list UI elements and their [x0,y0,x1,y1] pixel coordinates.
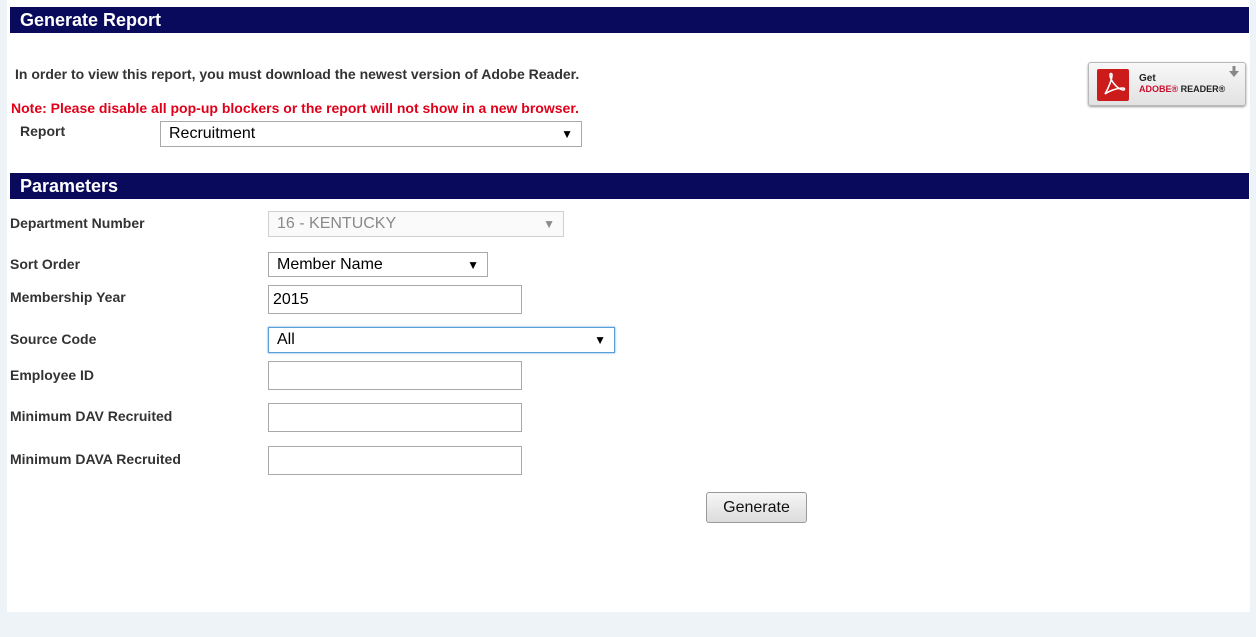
sort-order-select[interactable]: Member Name ▼ [268,252,488,277]
report-select[interactable]: Recruitment ▼ [160,121,582,147]
parameters-header: Parameters [10,173,1249,199]
minimum-dav-recruited-label: Minimum DAV Recruited [10,408,173,424]
download-arrow-icon [1229,66,1239,77]
employee-id-label: Employee ID [10,367,95,383]
chevron-down-icon: ▼ [467,257,479,272]
membership-year-label: Membership Year [10,289,126,305]
membership-year-value: 2015 [273,290,309,308]
chevron-down-icon: ▼ [594,333,606,347]
report-label: Report [20,123,66,139]
chevron-down-icon: ▼ [561,127,573,141]
adobe-get-label: Get [1139,73,1156,84]
department-number-select: 16 - KENTUCKY ▼ [268,211,564,237]
adobe-pdf-icon [1097,69,1129,101]
membership-year-input[interactable]: 2015 [268,285,522,314]
generate-report-header: Generate Report [10,7,1249,33]
department-number-value: 16 - KENTUCKY [277,215,397,232]
generate-button[interactable]: Generate [706,492,807,523]
adobe-reader-label: ADOBE® READER® [1139,84,1225,94]
source-code-select[interactable]: All ▼ [268,327,615,353]
content-panel [7,0,1250,612]
get-adobe-reader-button[interactable]: Get ADOBE® READER® [1088,62,1246,106]
minimum-dava-recruited-label: Minimum DAVA Recruited [10,451,181,467]
sort-order-value: Member Name [277,255,383,273]
adobe-info-text: In order to view this report, you must d… [15,66,580,82]
department-number-label: Department Number [10,215,145,231]
minimum-dava-recruited-input[interactable] [268,446,522,475]
popup-blocker-note: Note: Please disable all pop-up blockers… [11,100,579,116]
minimum-dav-recruited-input[interactable] [268,403,522,432]
adobe-product-text: READER [1178,84,1219,94]
report-select-value: Recruitment [169,125,256,142]
sort-order-label: Sort Order [10,256,81,272]
source-code-label: Source Code [10,331,97,347]
generate-report-title: Generate Report [20,10,162,30]
adobe-brand-text: ADOBE [1139,84,1172,94]
adobe-product-registered: ® [1218,84,1226,94]
source-code-value: All [277,331,295,348]
parameters-title: Parameters [20,176,119,196]
employee-id-input[interactable] [268,361,522,390]
chevron-down-icon: ▼ [543,217,555,231]
